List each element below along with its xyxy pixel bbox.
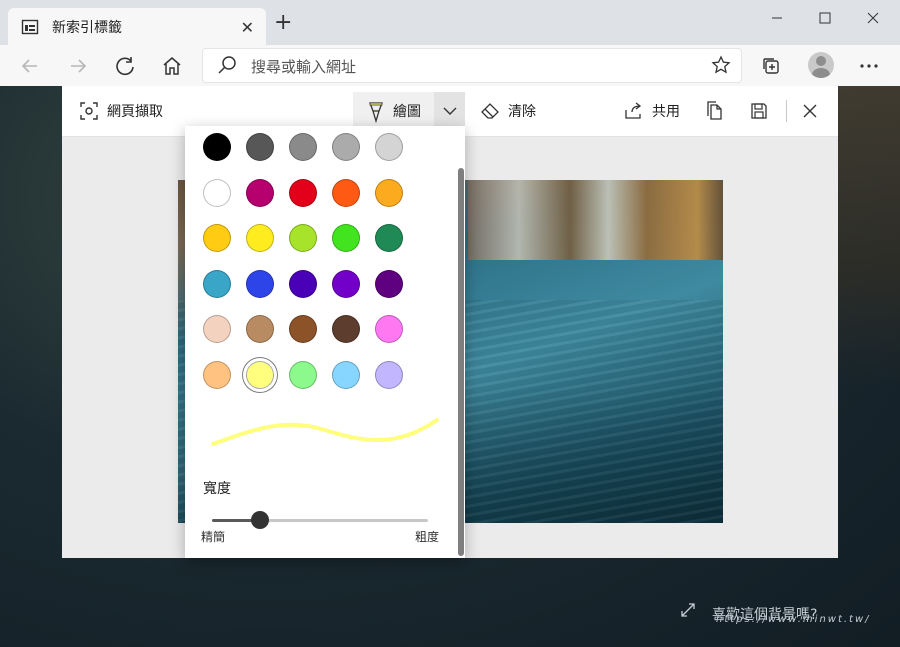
erase-button[interactable]: 清除 [480,86,536,136]
menu-scrollbar[interactable] [457,166,465,558]
share-label: 共用 [652,104,680,120]
back-arrow-icon [21,59,37,73]
thin-label: 精簡 [201,530,226,544]
color-swatch[interactable] [246,315,274,343]
browser-tab[interactable]: 新索引標籤 ✕ [8,8,266,45]
color-swatch[interactable] [332,269,360,298]
draw-label: 繪圖 [393,104,421,120]
close-tab-icon[interactable]: ✕ [241,18,254,37]
copy-icon [707,101,722,120]
color-swatch[interactable] [332,133,360,161]
color-swatch[interactable] [332,178,360,207]
color-swatch[interactable] [246,269,274,298]
collections-button[interactable] [758,53,784,79]
color-swatch[interactable] [203,269,231,298]
minimize-button[interactable] [757,6,797,30]
site-watermark: https://www.minwt.tw/ [716,614,871,625]
color-swatch[interactable] [203,315,231,343]
address-placeholder: 搜尋或輸入網址 [251,58,357,76]
home-icon [163,57,181,75]
pen-icon [369,102,383,123]
close-icon [803,104,817,118]
erase-label: 清除 [508,104,536,120]
pen-options-dropdown-button[interactable] [434,92,465,130]
color-swatch[interactable] [332,315,360,343]
more-options-button[interactable] [856,53,882,79]
web-capture-icon [80,102,98,120]
thick-label: 粗度 [414,530,439,544]
address-bar[interactable]: 搜尋或輸入網址 [202,48,742,83]
waterfall-area [468,180,723,260]
collections-icon [763,58,779,74]
share-icon [625,102,642,119]
tab-strip: 新索引標籤 ✕ + [0,0,900,45]
color-swatch[interactable] [246,224,274,252]
color-swatch[interactable] [375,360,403,389]
chevron-down-icon [443,107,456,115]
web-capture-title: 網頁擷取 [107,104,163,120]
color-swatch[interactable] [332,360,360,389]
favorite-star-icon[interactable] [711,55,731,75]
background-rock-detail [830,86,900,386]
search-icon [218,56,236,74]
color-swatch[interactable] [289,269,317,298]
forward-button[interactable] [65,53,91,79]
copy-button[interactable] [706,86,732,136]
expand-icon[interactable] [680,602,696,618]
minimize-icon [772,17,782,19]
save-icon [751,103,767,119]
color-swatch[interactable] [289,315,317,343]
color-swatch[interactable] [289,360,317,389]
share-button[interactable]: 共用 [624,86,680,136]
maximize-icon [819,12,831,24]
color-swatch[interactable] [375,133,403,161]
new-tab-page-icon [21,19,39,34]
color-swatch[interactable] [289,178,317,207]
back-button[interactable] [17,53,43,79]
color-swatch[interactable] [246,133,274,161]
web-capture-title-item[interactable]: 網頁擷取 [79,86,163,136]
color-swatch[interactable] [246,178,274,207]
maximize-button[interactable] [805,6,845,30]
color-swatch[interactable] [203,178,231,207]
menu-scrollbar-thumb[interactable] [458,168,464,556]
width-slider-thumb[interactable] [250,511,269,529]
pen-options-menu: 寬度 精簡 粗度 [185,126,465,558]
color-swatch[interactable] [375,224,403,252]
draw-button-group[interactable]: 繪圖 [353,92,465,130]
stroke-preview [211,418,439,446]
color-swatch[interactable] [332,224,360,252]
color-swatch[interactable] [375,269,403,298]
color-swatch[interactable] [203,224,231,252]
toolbar-divider [786,100,787,122]
color-swatch[interactable] [289,133,317,161]
color-swatch[interactable] [203,133,231,161]
tab-title: 新索引標籤 [52,19,122,36]
color-swatch[interactable] [289,224,317,252]
color-swatch[interactable] [375,178,403,207]
forward-arrow-icon [71,59,87,73]
color-swatch[interactable] [203,360,231,389]
new-tab-button[interactable]: + [274,12,292,34]
close-capture-button[interactable] [802,86,826,136]
profile-avatar[interactable] [808,52,834,78]
color-swatch[interactable] [246,360,274,389]
color-swatch[interactable] [375,315,403,343]
close-icon [867,12,879,24]
save-button[interactable] [750,86,776,136]
refresh-icon [116,57,134,76]
refresh-button[interactable] [112,53,138,79]
home-button[interactable] [159,53,185,79]
width-label: 寬度 [203,481,231,497]
browser-toolbar: 搜尋或輸入網址 [0,45,900,87]
more-dots-icon [860,64,878,68]
eraser-icon [481,103,499,119]
close-window-button[interactable] [853,6,893,30]
